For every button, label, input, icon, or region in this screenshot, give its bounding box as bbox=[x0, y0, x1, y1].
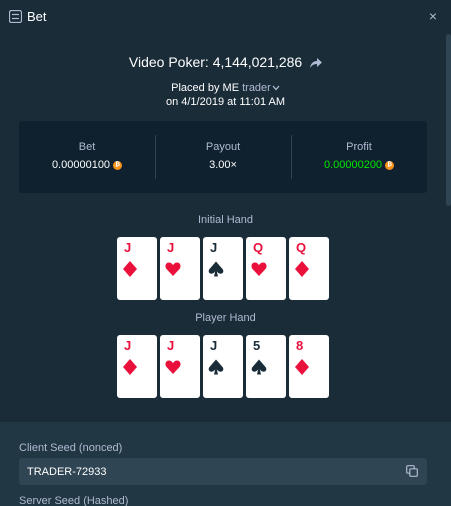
bet-title: Video Poker: 4,144,021,286 bbox=[0, 54, 451, 70]
card-rank: Q bbox=[253, 240, 264, 255]
heart-suit-icon bbox=[251, 262, 267, 276]
card-rank: Q bbox=[296, 240, 307, 255]
placed-by-label: Placed by bbox=[171, 82, 220, 94]
playing-card: J bbox=[203, 237, 243, 300]
share-icon[interactable] bbox=[310, 57, 323, 69]
bet-date: on 4/1/2019 at 11:01 AM bbox=[165, 96, 286, 108]
playing-card: 5 bbox=[246, 335, 286, 398]
card-rank: J bbox=[124, 240, 132, 255]
playing-card: J bbox=[160, 237, 200, 300]
player-hand-label: Player Hand bbox=[195, 312, 256, 324]
card-rank: J bbox=[210, 240, 218, 255]
stat-bet: Bet 0.00000100 ₿ bbox=[19, 121, 155, 193]
bet-value: 0.00000100 bbox=[51, 159, 111, 171]
diamond-suit-icon bbox=[295, 261, 309, 277]
payout-label: Payout bbox=[205, 141, 241, 153]
initial-hand-label: Initial Hand bbox=[197, 214, 254, 226]
playing-card: 8 bbox=[289, 335, 329, 398]
player-hand: J J J 5 8 bbox=[117, 335, 329, 398]
card-rank: J bbox=[167, 338, 175, 353]
bet-label: Bet bbox=[78, 141, 96, 153]
playing-card: J bbox=[117, 237, 157, 300]
diamond-suit-icon bbox=[123, 359, 137, 375]
card-rank: J bbox=[210, 338, 218, 353]
spade-suit-icon bbox=[251, 359, 267, 375]
playing-card: J bbox=[117, 335, 157, 398]
username-link[interactable]: trader bbox=[242, 82, 271, 94]
modal-header: Bet × bbox=[0, 0, 451, 34]
diamond-suit-icon bbox=[123, 261, 137, 277]
card-rank: J bbox=[124, 338, 132, 353]
card-rank: 8 bbox=[296, 338, 304, 353]
bet-id: 4,144,021,286 bbox=[212, 54, 303, 70]
close-icon[interactable]: × bbox=[429, 8, 437, 24]
profit-value: 0.00000200 bbox=[323, 159, 383, 171]
placed-by: Placed by ME trader bbox=[0, 82, 451, 94]
btc-coin-icon: ₿ bbox=[385, 160, 395, 170]
playing-card: Q bbox=[246, 237, 286, 300]
profit-label: Profit bbox=[346, 141, 372, 153]
playing-card: J bbox=[203, 335, 243, 398]
heart-suit-icon bbox=[165, 262, 181, 276]
heart-suit-icon bbox=[165, 360, 181, 374]
stat-profit: Profit 0.00000200 ₿ bbox=[291, 121, 427, 193]
card-rank: J bbox=[167, 240, 175, 255]
stat-payout: Payout 3.00× bbox=[155, 121, 291, 193]
client-seed-label: Client Seed (nonced) bbox=[19, 442, 123, 454]
user-badge: ME bbox=[222, 82, 240, 94]
stats-panel: Bet 0.00000100 ₿ Payout 3.00× Profit 0.0… bbox=[19, 121, 427, 193]
playing-card: J bbox=[160, 335, 200, 398]
initial-hand: JJJQQ bbox=[117, 237, 329, 300]
card-rank: 5 bbox=[253, 338, 261, 353]
diamond-suit-icon bbox=[295, 359, 309, 375]
payout-value: 3.00× bbox=[209, 159, 237, 171]
playing-card: Q bbox=[289, 237, 329, 300]
game-name: Video Poker bbox=[128, 54, 205, 70]
spade-suit-icon bbox=[208, 261, 224, 277]
chevron-down-icon[interactable] bbox=[272, 85, 280, 91]
btc-coin-icon: ₿ bbox=[113, 160, 123, 170]
server-seed-label: Server Seed (Hashed) bbox=[19, 495, 129, 506]
spade-suit-icon bbox=[208, 359, 224, 375]
copy-icon[interactable] bbox=[406, 465, 418, 477]
bet-slip-icon bbox=[9, 10, 22, 23]
client-seed-field[interactable]: TRADER-72933 bbox=[19, 458, 427, 485]
client-seed-value: TRADER-72933 bbox=[27, 465, 107, 478]
modal-title: Bet bbox=[27, 9, 47, 24]
